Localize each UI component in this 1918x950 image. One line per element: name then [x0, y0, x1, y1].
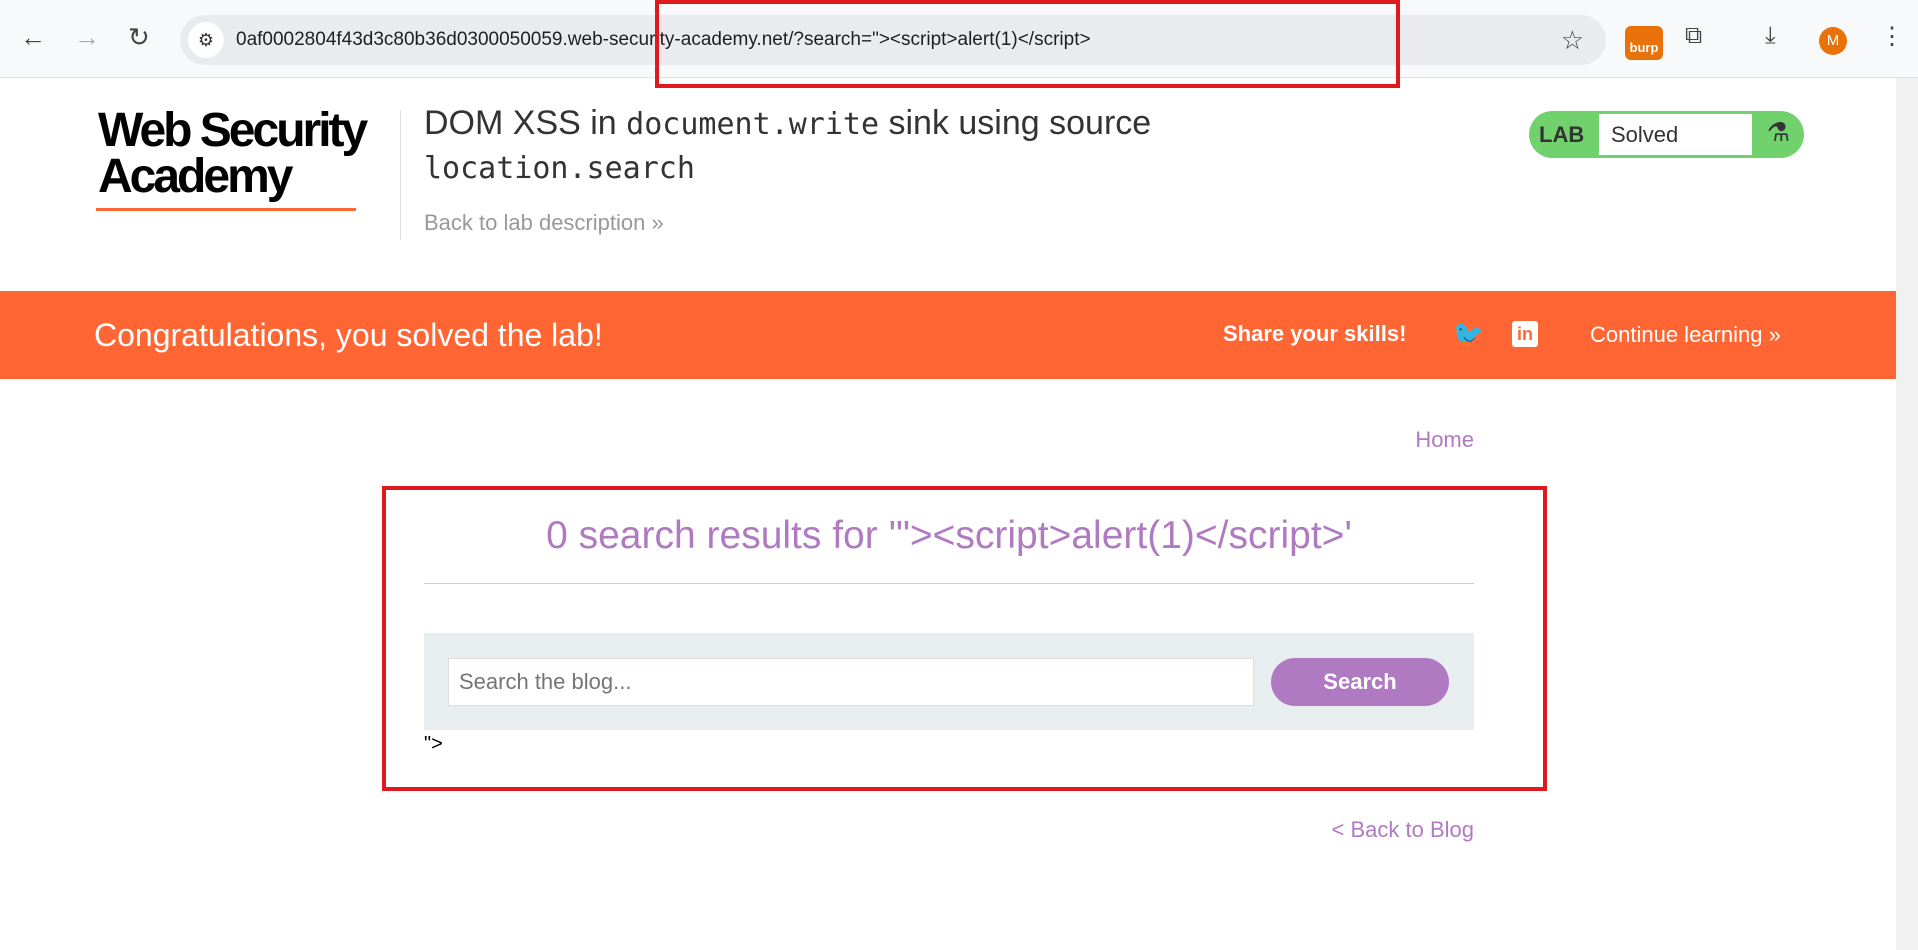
title-code: document.write: [626, 107, 880, 142]
linkedin-icon[interactable]: in: [1512, 321, 1538, 347]
logo[interactable]: Web Security Academy: [98, 104, 368, 203]
annotation-box-url: [655, 0, 1400, 88]
title-text: sink using source: [879, 104, 1152, 142]
burp-label: burp: [1629, 40, 1659, 55]
annotation-box-results: [382, 486, 1547, 791]
title-code: location.search: [424, 151, 695, 186]
divider: [400, 110, 401, 240]
forward-icon[interactable]: →: [74, 22, 100, 53]
download-icon[interactable]: ⤓: [1765, 22, 1776, 50]
lab-label: LAB: [1539, 122, 1585, 147]
solved-banner: Congratulations, you solved the lab! Sha…: [0, 291, 1896, 379]
bookmark-star-icon[interactable]: ☆: [1561, 25, 1584, 56]
profile-avatar[interactable]: M: [1819, 27, 1847, 55]
home-link[interactable]: Home: [1415, 427, 1474, 453]
lab-status-badge: LAB Solved ⚗: [1529, 111, 1804, 158]
twitter-icon[interactable]: 🐦: [1452, 319, 1484, 350]
logo-underline: [96, 208, 356, 211]
back-icon[interactable]: ←: [20, 22, 46, 53]
share-label: Share your skills!: [1223, 321, 1407, 346]
congrats-message: Congratulations, you solved the lab!: [94, 317, 603, 353]
title-text: DOM XSS in: [424, 104, 627, 142]
lab-status: Solved: [1599, 114, 1752, 155]
site-settings-icon[interactable]: ⚙: [188, 22, 224, 58]
lab-title: DOM XSS in document.write sink using sou…: [424, 102, 1151, 190]
logo-line1: Web Security: [98, 104, 368, 157]
back-to-lab-description-link[interactable]: Back to lab description »: [424, 210, 664, 236]
reload-icon[interactable]: ↻: [128, 22, 150, 53]
logo-line2: Academy: [98, 150, 293, 203]
burp-extension-icon[interactable]: burp: [1625, 26, 1663, 60]
scrollbar[interactable]: [1896, 78, 1918, 950]
back-to-blog-link[interactable]: < Back to Blog: [1332, 817, 1474, 843]
extensions-icon[interactable]: ⧉: [1685, 22, 1702, 50]
continue-learning-link[interactable]: Continue learning »: [1590, 322, 1781, 348]
flask-icon: ⚗: [1766, 117, 1790, 147]
menu-icon[interactable]: ⋮: [1880, 22, 1904, 51]
